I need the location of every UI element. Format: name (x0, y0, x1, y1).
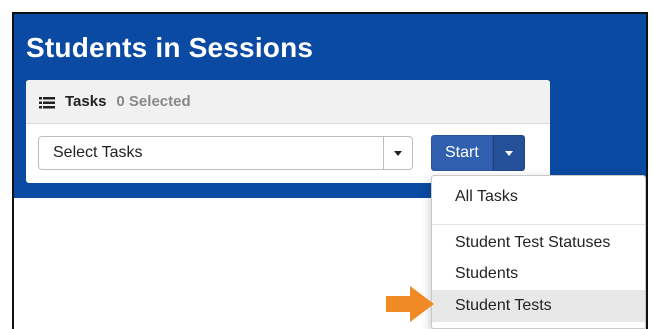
page-title: Students in Sessions (26, 32, 314, 63)
chevron-down-icon[interactable] (383, 137, 412, 169)
list-icon (39, 96, 55, 109)
start-dropdown-toggle[interactable] (492, 135, 525, 171)
select-tasks-value: Select Tasks (53, 144, 143, 161)
menu-item-all-tasks[interactable]: All Tasks (432, 188, 645, 210)
start-button-group: Start (431, 135, 525, 171)
menu-divider (432, 224, 645, 225)
caret-down-icon (504, 150, 513, 156)
arrow-right-icon (386, 284, 436, 324)
header-banner: Students in Sessions Tasks 0 Selected Se… (14, 14, 646, 198)
select-tasks-dropdown[interactable]: Select Tasks (38, 136, 413, 170)
app-frame: Students in Sessions Tasks 0 Selected Se… (12, 12, 648, 329)
menu-item-student-test-statuses[interactable]: Student Test Statuses (432, 234, 645, 256)
tasks-panel: Tasks 0 Selected Select Tasks Start (26, 80, 550, 183)
tasks-panel-header: Tasks 0 Selected (26, 80, 550, 124)
menu-item-student-tests[interactable]: Student Tests (432, 290, 645, 322)
start-dropdown-menu: All Tasks Student Test Statuses Students… (431, 175, 646, 329)
menu-item-students[interactable]: Students (432, 265, 645, 287)
selected-count: 0 Selected (116, 93, 191, 110)
start-button[interactable]: Start (431, 135, 493, 171)
tasks-label: Tasks (65, 93, 107, 110)
